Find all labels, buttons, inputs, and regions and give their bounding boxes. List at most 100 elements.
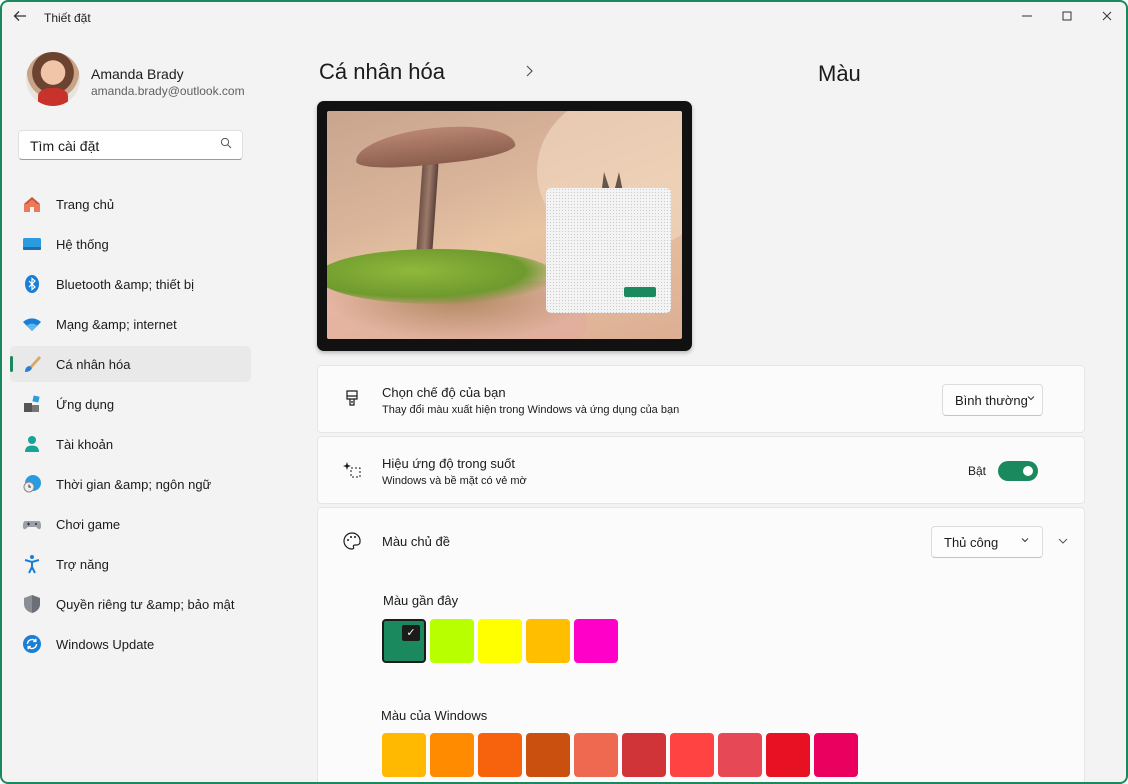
settings-window: Thiết đặt Amanda Brady amanda.brady@outl… — [0, 0, 1128, 784]
breadcrumb-parent[interactable]: Cá nhân hóa — [319, 59, 445, 85]
wallpaper-image — [327, 111, 682, 339]
mode-dropdown-value: Bình thường — [955, 393, 1028, 408]
accent-color-panel: Màu gần đây ✓ Màu của Windows — [317, 574, 1085, 782]
sidebar-item-label: Thời gian &amp; ngôn ngữ — [56, 477, 212, 492]
shield-icon — [24, 595, 40, 613]
sidebar-item-privacy[interactable]: Quyền riêng tư &amp; bảo mật — [10, 586, 251, 622]
mode-dropdown[interactable]: Bình thường — [942, 384, 1043, 416]
windows-colors — [382, 733, 858, 777]
search-input[interactable] — [30, 138, 210, 154]
color-swatch[interactable] — [478, 619, 522, 663]
palette-icon — [343, 532, 361, 550]
apps-icon — [24, 395, 40, 412]
checkmark-icon: ✓ — [402, 625, 420, 641]
brush-icon — [25, 356, 41, 372]
color-swatch[interactable] — [766, 733, 810, 777]
sidebar-item-label: Cá nhân hóa — [56, 357, 131, 372]
close-button[interactable] — [1094, 8, 1120, 28]
home-icon — [24, 197, 40, 212]
gamepad-icon — [22, 521, 42, 530]
color-swatch[interactable] — [622, 733, 666, 777]
account-icon — [25, 436, 39, 452]
sidebar-item-label: Quyền riêng tư &amp; bảo mật — [56, 597, 235, 612]
profile-name: Amanda Brady — [91, 66, 184, 82]
windows-colors-label: Màu của Windows — [381, 708, 488, 723]
accent-color-card[interactable]: Màu chủ đề Thủ công — [317, 507, 1085, 575]
chevron-right-icon — [524, 64, 534, 80]
minimize-button[interactable] — [1014, 8, 1040, 28]
transparency-toggle[interactable] — [998, 461, 1038, 481]
sidebar-item-label: Chơi game — [56, 517, 121, 532]
color-swatch[interactable] — [574, 733, 618, 777]
transparency-title: Hiệu ứng độ trong suốt — [382, 456, 516, 471]
color-swatch[interactable] — [430, 619, 474, 663]
color-swatch[interactable] — [382, 733, 426, 777]
color-swatch[interactable] — [814, 733, 858, 777]
recent-colors-label: Màu gần đây — [383, 593, 459, 608]
sidebar-item-label: Hệ thống — [56, 237, 109, 252]
sidebar-item-label: Bluetooth &amp; thiết bị — [56, 277, 195, 292]
color-swatch[interactable] — [526, 733, 570, 777]
sidebar-item-bluetooth[interactable]: Bluetooth &amp; thiết bị — [10, 266, 251, 302]
recent-colors: ✓ — [382, 619, 618, 663]
mode-card: Chọn chế độ của bạn Thay đổi màu xuất hi… — [317, 365, 1085, 433]
theme-preview — [317, 101, 692, 351]
back-button[interactable] — [12, 8, 32, 28]
sidebar-item-personalization[interactable]: Cá nhân hóa — [10, 346, 251, 382]
sidebar-item-accounts[interactable]: Tài khoản — [10, 426, 251, 462]
profile-email: amanda.brady@outlook.com — [91, 84, 245, 98]
accent-title: Màu chủ đề — [382, 534, 450, 549]
sidebar-item-apps[interactable]: Ứng dụng — [10, 386, 251, 422]
maximize-button[interactable] — [1054, 8, 1080, 28]
system-icon — [23, 238, 41, 250]
wifi-icon — [23, 318, 41, 331]
back-arrow-icon — [13, 11, 26, 21]
color-swatch[interactable] — [574, 619, 618, 663]
accessibility-icon — [24, 555, 40, 574]
sidebar-item-gaming[interactable]: Chơi game — [10, 506, 251, 542]
preview-window — [546, 188, 671, 313]
sidebar-item-time-language[interactable]: Thời gian &amp; ngôn ngữ — [10, 466, 251, 502]
sidebar-item-accessibility[interactable]: Trợ năng — [10, 546, 251, 582]
sidebar-item-label: Tài khoản — [56, 437, 114, 452]
accent-dropdown[interactable]: Thủ công — [931, 526, 1043, 558]
color-swatch[interactable]: ✓ — [382, 619, 426, 663]
sidebar-item-system[interactable]: Hệ thống — [10, 226, 251, 262]
accent-dropdown-value: Thủ công — [944, 535, 999, 550]
chevron-down-icon — [1020, 535, 1030, 548]
sidebar-item-label: Trợ năng — [56, 557, 109, 572]
sidebar-item-windows-update[interactable]: Windows Update — [10, 626, 251, 662]
transparency-card: Hiệu ứng độ trong suốt Windows và bề mặt… — [317, 436, 1085, 504]
title-bar: Thiết đặt — [2, 2, 1126, 34]
color-swatch[interactable] — [526, 619, 570, 663]
transparency-effects-icon — [343, 462, 361, 478]
sidebar-item-label: Windows Update — [56, 637, 155, 652]
avatar[interactable] — [26, 52, 80, 106]
sidebar-item-home[interactable]: Trang chủ — [10, 186, 251, 222]
app-title: Thiết đặt — [44, 11, 91, 25]
paint-bucket-icon — [346, 390, 358, 406]
maximize-icon — [1062, 11, 1072, 21]
sidebar-item-label: Ứng dụng — [56, 397, 115, 412]
page-title: Màu — [818, 61, 861, 86]
sidebar-item-label: Trang chủ — [56, 197, 115, 212]
bluetooth-icon — [25, 275, 39, 293]
color-swatch[interactable] — [430, 733, 474, 777]
color-swatch[interactable] — [670, 733, 714, 777]
search-box[interactable] — [18, 130, 243, 160]
sidebar-item-label: Mạng &amp; internet — [56, 317, 177, 332]
transparency-description: Windows và bề mặt có vẻ mờ — [382, 475, 527, 487]
sidebar-item-network[interactable]: Mạng &amp; internet — [10, 306, 251, 342]
time-language-icon — [23, 475, 41, 493]
transparency-state-label: Bật — [968, 464, 987, 478]
color-swatch[interactable] — [478, 733, 522, 777]
expand-chevron-icon[interactable] — [1057, 534, 1069, 552]
close-icon — [1102, 11, 1112, 21]
sidebar-nav: Trang chủ Hệ thống Bluetooth &amp; thiết… — [10, 186, 251, 666]
minimize-icon — [1022, 15, 1032, 17]
chevron-down-icon — [1026, 393, 1036, 406]
search-icon[interactable] — [220, 137, 232, 152]
mode-description: Thay đổi màu xuất hiện trong Windows và … — [382, 404, 680, 416]
update-icon — [23, 635, 41, 653]
color-swatch[interactable] — [718, 733, 762, 777]
